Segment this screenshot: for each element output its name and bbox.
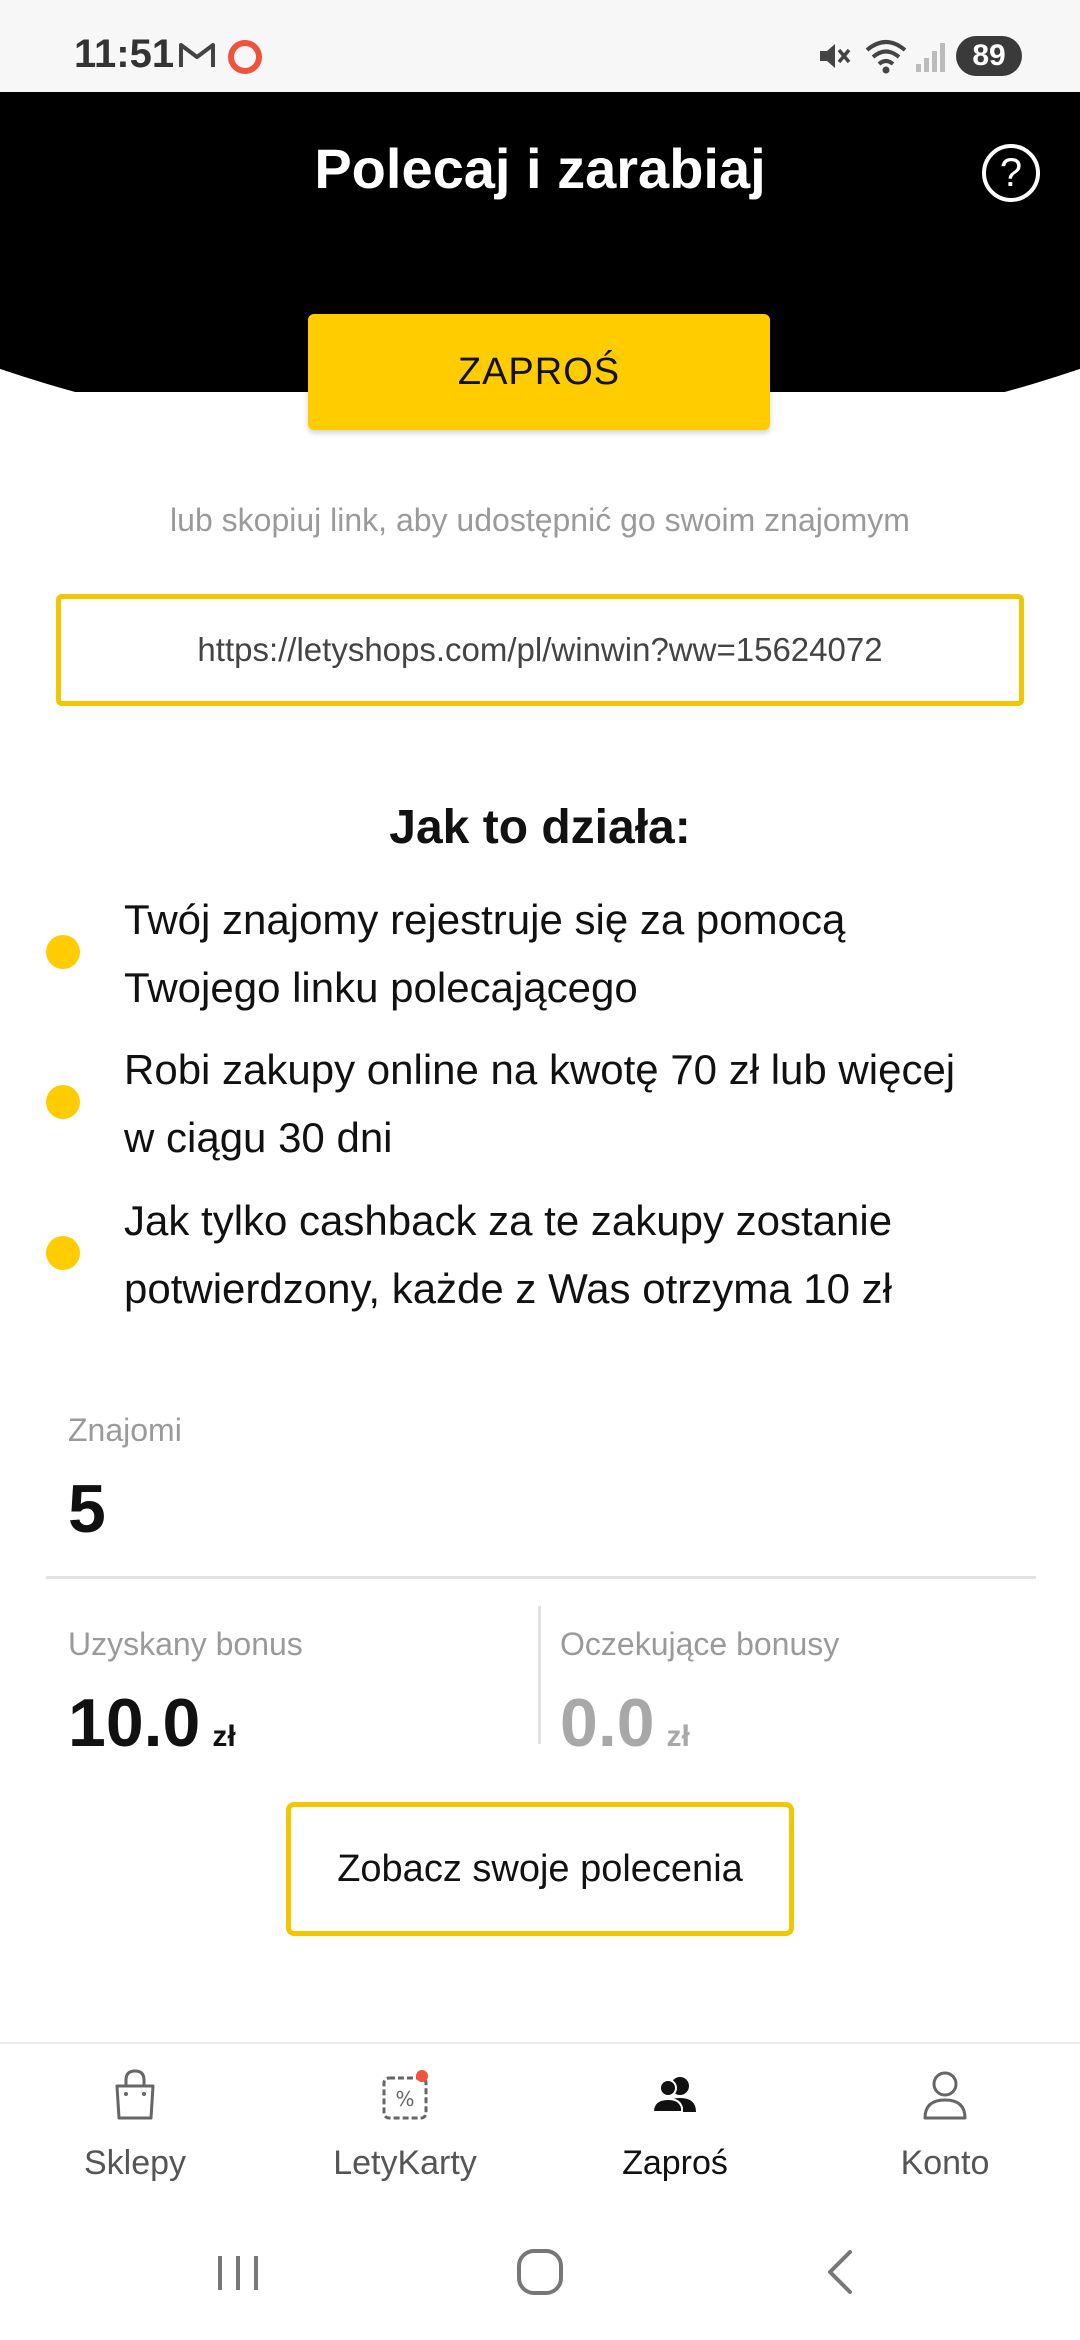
mute-icon [820,44,851,68]
how-it-works-title: Jak to działa: [389,801,691,854]
coupon-card-icon: % [382,2070,428,2120]
wifi-icon [865,40,907,74]
bullet-icon [46,935,80,969]
shopping-bag-icon [115,2069,155,2120]
earned-bonus: 10.0 zł [68,1684,236,1762]
pending-bonus: 0.0 zł [560,1684,690,1762]
nav-label: Konto [900,2144,990,2182]
invite-button[interactable]: ZAPROŚ [308,314,770,430]
recent-apps-icon[interactable] [208,2242,268,2302]
friends-count: 5 [68,1471,106,1547]
help-button[interactable]: ? [982,144,1040,202]
bullet-icon [46,1236,80,1270]
stats-vertical-divider [538,1606,541,1744]
step-line: Jak tylko cashback za te zakupy zostanie [124,1197,893,1244]
status-bar: 11:51 89 [0,0,1080,92]
nav-item-invite[interactable]: Zaproś [540,2042,810,2212]
step-line: potwierdzony, każde z Was otrzyma 10 zł [124,1265,892,1312]
nav-label: Sklepy [83,2144,187,2182]
nav-item-account[interactable]: Konto [810,2042,1080,2212]
nav-label: LetyKarty [333,2144,477,2182]
step-line: Robi zakupy online na kwotę 70 zł lub wi… [124,1046,956,1093]
step-line: w ciągu 30 dni [124,1114,393,1161]
pending-bonus-value: 0.0 [560,1685,655,1761]
earned-bonus-label: Uzyskany bonus [68,1626,303,1662]
how-step-2: Robi zakupy online na kwotę 70 zł lub wi… [124,1036,1024,1172]
page-title: Polecaj i zarabiaj [314,137,766,200]
see-referrals-button[interactable]: Zobacz swoje polecenia [286,1802,794,1936]
home-icon[interactable] [510,2242,570,2302]
pending-bonus-label: Oczekujące bonusy [560,1626,840,1662]
how-step-1: Twój znajomy rejestruje się za pomocą Tw… [124,886,1024,1022]
copy-link-hint: lub skopiuj link, aby udostępnić go swoi… [170,502,910,538]
step-line: Twojego linku polecającego [124,964,638,1011]
nav-item-shops[interactable]: Sklepy [0,2042,270,2212]
friends-icon [651,2077,696,2113]
opera-icon [228,40,262,74]
how-step-3: Jak tylko cashback za te zakupy zostanie… [124,1187,1024,1323]
back-icon[interactable] [812,2242,872,2302]
step-line: Twój znajomy rejestruje się za pomocą [124,896,846,943]
gmail-icon [179,43,215,67]
nav-label: Zaproś [622,2144,728,2182]
status-time: 11:51 [74,32,175,76]
currency-unit: zł [666,1720,690,1753]
battery-indicator: 89 [956,36,1022,76]
currency-unit: zł [212,1720,236,1753]
svg-text:%: % [395,2087,414,2111]
nav-item-letykarty[interactable]: % LetyKarty [270,2042,540,2212]
earned-bonus-value: 10.0 [68,1685,201,1761]
user-icon [923,2071,967,2120]
stats-divider [46,1576,1036,1579]
signal-icon [916,43,945,72]
friends-label: Znajomi [68,1412,182,1448]
referral-link-field[interactable]: https://letyshops.com/pl/winwin?ww=15624… [56,594,1024,706]
bullet-icon [46,1085,80,1119]
